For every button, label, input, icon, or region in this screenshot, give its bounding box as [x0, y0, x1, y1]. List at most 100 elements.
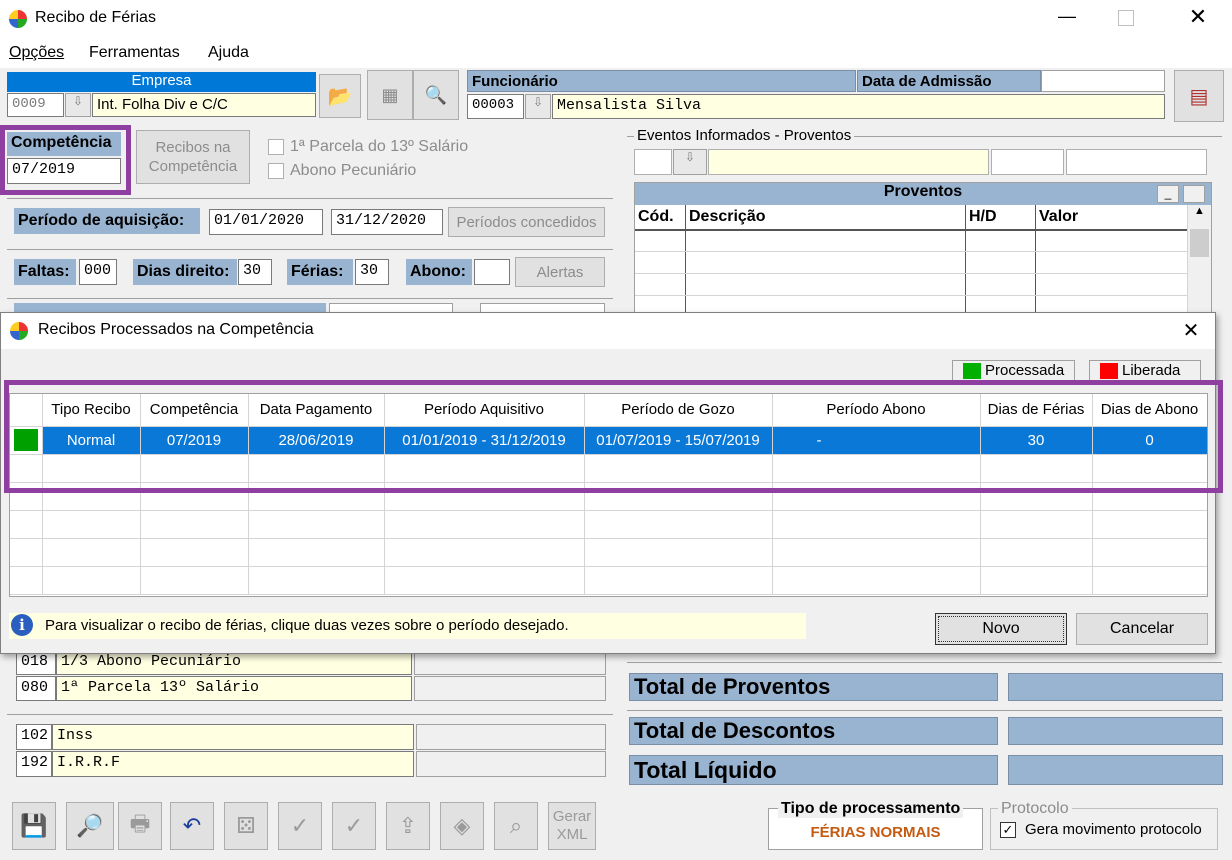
empresa-lookup-button[interactable]: ⇩ — [65, 93, 91, 117]
dialog-title: Recibos Processados na Competência — [38, 321, 314, 338]
info-text: Para visualizar o recibo de férias, cliq… — [45, 617, 569, 634]
cancelar-button[interactable]: Cancelar — [1076, 613, 1208, 645]
counts-separator — [7, 249, 613, 250]
abono-count-input[interactable] — [474, 259, 510, 285]
search-doc-button[interactable]: 🔍 — [413, 70, 459, 120]
proventos-scrollbar[interactable]: ▲ — [1187, 205, 1211, 315]
ferias-input[interactable]: 30 — [355, 259, 389, 285]
totals-separator-2 — [627, 710, 1222, 711]
eventos-valor-field[interactable] — [1066, 149, 1207, 175]
totals-separator — [627, 662, 1222, 663]
total-proventos-label: Total de Proventos — [629, 673, 998, 701]
menu-ferramentas[interactable]: Ferramentas — [89, 44, 180, 62]
protocolo-checkbox[interactable]: ✓ — [1000, 822, 1016, 838]
title-bar — [0, 0, 1232, 38]
calculator-button[interactable]: ▤ — [1174, 70, 1224, 122]
funcionario-lookup-button[interactable]: ⇩ — [525, 94, 551, 119]
config-button[interactable]: ▦ — [367, 70, 413, 120]
total-liquido-value — [1008, 755, 1223, 785]
menu-bar — [0, 38, 1232, 68]
save-button[interactable]: 💾 — [12, 802, 56, 850]
export-button[interactable]: ⇪ — [386, 802, 430, 850]
total-descontos-value — [1008, 717, 1223, 745]
empresa-name-field: Int. Folha Div e C/C — [92, 93, 316, 117]
recibos-competencia-button[interactable]: Recibos na Competência — [136, 130, 250, 184]
maximize-icon[interactable] — [1118, 10, 1134, 26]
eventos-hd-field[interactable] — [991, 149, 1064, 175]
funcionario-header: Funcionário — [467, 70, 856, 92]
window-title: Recibo de Férias — [35, 9, 156, 26]
grid-highlight — [4, 380, 1223, 493]
event-desc-102: Inss — [52, 724, 414, 750]
funcionario-code-input[interactable]: 00003 — [467, 94, 524, 119]
table-row — [10, 538, 1207, 567]
counts-separator-2 — [7, 298, 613, 299]
legend-liberada-label: Liberada — [1122, 362, 1181, 379]
abono-count-label: Abono: — [406, 259, 472, 285]
menu-opcoes[interactable]: Opções — [9, 44, 64, 62]
protocolo-label: Gera movimento protocolo — [1025, 821, 1202, 838]
parcela13-checkbox[interactable] — [268, 139, 284, 155]
event-desc-192: I.R.R.F — [52, 751, 414, 777]
minimize-icon[interactable]: — — [1052, 6, 1082, 32]
periodos-concedidos-button[interactable]: Períodos concedidos — [448, 207, 605, 237]
legend-processada-label: Processada — [985, 362, 1065, 379]
search-button[interactable]: 🔎 — [66, 802, 114, 850]
abono-checkbox[interactable] — [268, 163, 284, 179]
event-code-102: 102 — [16, 724, 52, 750]
legend-liberada-swatch — [1100, 363, 1118, 379]
eventos-lookup-button[interactable]: ⇩ — [673, 149, 707, 175]
col-cod: Cód. — [638, 208, 674, 225]
app-icon — [9, 10, 27, 28]
empresa-header: Empresa — [7, 72, 316, 92]
proventos-minimize-icon[interactable]: _ — [1157, 185, 1179, 203]
ferias-label: Férias: — [287, 259, 353, 285]
periodo-label: Período de aquisição: — [14, 208, 200, 234]
funcionario-name-field: Mensalista Silva — [552, 94, 1165, 119]
processamento-value: FÉRIAS NORMAIS — [810, 824, 941, 841]
undo-button[interactable]: ↶ — [170, 802, 214, 850]
event-desc-080: 1ª Parcela 13º Salário — [56, 676, 412, 701]
menu-ajuda[interactable]: Ajuda — [208, 44, 249, 62]
col-hd: H/D — [969, 208, 997, 225]
eventos-code-input[interactable] — [634, 149, 672, 175]
inspect-button[interactable]: ⌕ — [494, 802, 538, 850]
gerar-xml-button[interactable]: Gerar XML — [548, 802, 596, 850]
empresa-code-input[interactable]: 0009 — [7, 93, 64, 117]
transfer-button[interactable]: ◈ — [440, 802, 484, 850]
periodo-separator — [7, 198, 613, 199]
proventos-grid-title: Proventos — [635, 183, 1211, 205]
dialog-close-icon[interactable]: ✕ — [1176, 318, 1206, 346]
faltas-label: Faltas: — [14, 259, 76, 285]
event-value-080 — [414, 676, 606, 701]
proventos-maximize-icon[interactable] — [1183, 185, 1205, 203]
calculate-button[interactable]: ⚄ — [224, 802, 268, 850]
admissao-field — [1041, 70, 1165, 92]
competencia-label: Competência — [7, 132, 121, 156]
dias-direito-input[interactable]: 30 — [238, 259, 272, 285]
competencia-input[interactable]: 07/2019 — [7, 158, 121, 184]
col-valor: Valor — [1039, 208, 1079, 225]
event-code-080: 080 — [16, 676, 56, 701]
col-descricao: Descrição — [689, 208, 766, 225]
faltas-input[interactable]: 000 — [79, 259, 117, 285]
confirm-all-button[interactable]: ✓ — [332, 802, 376, 850]
novo-button[interactable]: Novo — [935, 613, 1067, 645]
alertas-button[interactable]: Alertas — [515, 257, 605, 287]
scroll-up-icon[interactable]: ▲ — [1188, 205, 1211, 217]
print-button[interactable]: 🖶 — [118, 802, 162, 850]
periodo-start-input[interactable]: 01/01/2020 — [209, 209, 323, 235]
proventos-grid: Proventos _ Cód. Descrição H/D Valor ▲ — [634, 182, 1212, 315]
dias-direito-label: Dias direito: — [133, 259, 237, 285]
abono-label: Abono Pecuniário — [290, 162, 417, 179]
descontos-separator — [7, 714, 613, 715]
table-row — [10, 510, 1207, 539]
dialog-app-icon — [10, 322, 28, 340]
close-icon[interactable]: ✕ — [1183, 4, 1213, 32]
legend-processada-swatch — [963, 363, 981, 379]
eventos-group-title: Eventos Informados - Proventos — [634, 127, 855, 144]
total-liquido-label: Total Líquido — [629, 755, 998, 785]
open-folder-button[interactable]: 📂 — [319, 74, 361, 118]
periodo-end-input[interactable]: 31/12/2020 — [331, 209, 443, 235]
confirm-button[interactable]: ✓ — [278, 802, 322, 850]
